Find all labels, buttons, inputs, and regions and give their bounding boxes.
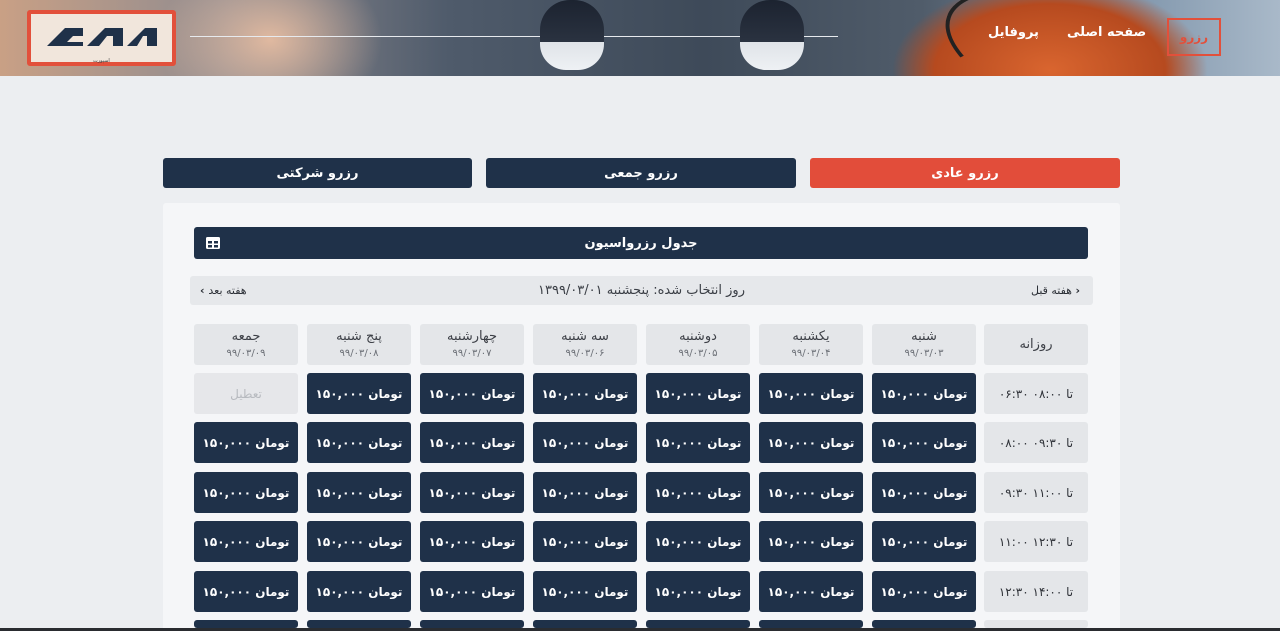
shoe-image bbox=[740, 0, 804, 70]
slot-price-button-partial[interactable] bbox=[194, 620, 298, 628]
slot-price-button[interactable]: ۱۵۰,۰۰۰ تومان bbox=[533, 521, 637, 562]
slot-price-button[interactable]: ۱۵۰,۰۰۰ تومان bbox=[194, 571, 298, 612]
chevron-right-icon: › bbox=[1075, 284, 1081, 297]
next-week-label: هفته بعد bbox=[208, 284, 247, 297]
reservation-table-title: جدول رزرواسیون bbox=[194, 227, 1088, 259]
slot-price-button-partial[interactable] bbox=[759, 620, 863, 628]
table-title-text: جدول رزرواسیون bbox=[584, 235, 698, 251]
selected-day-label: روز انتخاب شده: پنجشنبه ۱۳۹۹/۰۳/۰۱ bbox=[538, 283, 745, 298]
prev-week-label: هفته قبل bbox=[1031, 284, 1072, 297]
slot-price-button-partial[interactable] bbox=[307, 620, 411, 628]
nav-reserve[interactable]: رزرو bbox=[1167, 18, 1221, 56]
day-header: یکشنبه ۹۹/۰۳/۰۴ bbox=[759, 324, 863, 365]
slot-price-button[interactable]: ۱۵۰,۰۰۰ تومان bbox=[533, 472, 637, 513]
table-icon bbox=[206, 237, 220, 249]
day-header: دوشنبه ۹۹/۰۳/۰۵ bbox=[646, 324, 750, 365]
slot-price-button[interactable]: ۱۵۰,۰۰۰ تومان bbox=[420, 472, 524, 513]
slot-price-button[interactable]: ۱۵۰,۰۰۰ تومان bbox=[646, 472, 750, 513]
day-name: پنج شنبه bbox=[336, 328, 382, 344]
slot-price-button[interactable]: ۱۵۰,۰۰۰ تومان bbox=[872, 373, 976, 414]
slot-price-button-partial[interactable] bbox=[646, 620, 750, 628]
day-name: شنبه bbox=[911, 328, 937, 344]
day-header: پنج شنبه ۹۹/۰۳/۰۸ bbox=[307, 324, 411, 365]
slot-price-button[interactable]: ۱۵۰,۰۰۰ تومان bbox=[194, 521, 298, 562]
day-date: ۹۹/۰۳/۰۵ bbox=[678, 347, 718, 359]
slot-price-button[interactable]: ۱۵۰,۰۰۰ تومان bbox=[533, 373, 637, 414]
slot-price-button[interactable]: ۱۵۰,۰۰۰ تومان bbox=[307, 472, 411, 513]
slot-price-button[interactable]: ۱۵۰,۰۰۰ تومان bbox=[533, 422, 637, 463]
tab-normal-reserve[interactable]: رزرو عادی bbox=[810, 158, 1120, 188]
day-header: جمعه ۹۹/۰۳/۰۹ bbox=[194, 324, 298, 365]
table-corner-header: روزانه bbox=[984, 324, 1088, 365]
day-name: یکشنبه bbox=[792, 328, 830, 344]
day-date: ۹۹/۰۳/۰۸ bbox=[339, 347, 379, 359]
slot-price-button[interactable]: ۱۵۰,۰۰۰ تومان bbox=[646, 521, 750, 562]
time-slot-partial bbox=[984, 620, 1088, 628]
slot-price-button-partial[interactable] bbox=[872, 620, 976, 628]
tab-group-reserve[interactable]: رزرو جمعی bbox=[486, 158, 796, 188]
corner-label: روزانه bbox=[1019, 336, 1053, 352]
slot-price-button[interactable]: ۱۵۰,۰۰۰ تومان bbox=[759, 373, 863, 414]
slot-price-button[interactable]: ۱۵۰,۰۰۰ تومان bbox=[307, 571, 411, 612]
time-slot: ۰۶:۳۰ تا ۰۸:۰۰ bbox=[984, 373, 1088, 414]
day-date: ۹۹/۰۳/۰۶ bbox=[565, 347, 605, 359]
time-slot: ۱۲:۳۰ تا ۱۴:۰۰ bbox=[984, 571, 1088, 612]
prev-week-button[interactable]: هفته قبل › bbox=[1031, 284, 1080, 297]
logo-subtitle: اسپورت bbox=[93, 58, 110, 64]
site-logo[interactable]: اسپورت bbox=[27, 10, 176, 66]
nav-profile[interactable]: پروفایل bbox=[988, 25, 1039, 40]
slot-price-button[interactable]: ۱۵۰,۰۰۰ تومان bbox=[420, 373, 524, 414]
slot-price-button[interactable]: ۱۵۰,۰۰۰ تومان bbox=[646, 571, 750, 612]
time-slot: ۰۹:۳۰ تا ۱۱:۰۰ bbox=[984, 472, 1088, 513]
day-header: چهارشنبه ۹۹/۰۳/۰۷ bbox=[420, 324, 524, 365]
slot-price-button[interactable]: ۱۵۰,۰۰۰ تومان bbox=[194, 422, 298, 463]
nav-home[interactable]: صفحه اصلی bbox=[1067, 25, 1146, 40]
slot-price-button[interactable]: ۱۵۰,۰۰۰ تومان bbox=[307, 373, 411, 414]
day-date: ۹۹/۰۳/۰۳ bbox=[904, 347, 944, 359]
slot-price-button[interactable]: ۱۵۰,۰۰۰ تومان bbox=[307, 521, 411, 562]
slot-price-button[interactable]: ۱۵۰,۰۰۰ تومان bbox=[759, 422, 863, 463]
time-slot: ۱۱:۰۰ تا ۱۲:۳۰ bbox=[984, 521, 1088, 562]
slot-price-button[interactable]: ۱۵۰,۰۰۰ تومان bbox=[872, 521, 976, 562]
time-slot: ۰۸:۰۰ تا ۰۹:۳۰ bbox=[984, 422, 1088, 463]
day-date: ۹۹/۰۳/۰۴ bbox=[791, 347, 831, 359]
day-header: شنبه ۹۹/۰۳/۰۳ bbox=[872, 324, 976, 365]
slot-price-button[interactable]: ۱۵۰,۰۰۰ تومان bbox=[646, 422, 750, 463]
slot-price-button[interactable]: ۱۵۰,۰۰۰ تومان bbox=[872, 422, 976, 463]
slot-price-button[interactable]: ۱۵۰,۰۰۰ تومان bbox=[646, 373, 750, 414]
slot-price-button[interactable]: ۱۵۰,۰۰۰ تومان bbox=[872, 472, 976, 513]
day-name: چهارشنبه bbox=[447, 328, 497, 344]
header-banner: اسپورت پروفایل صفحه اصلی رزرو bbox=[0, 0, 1280, 76]
day-name: جمعه bbox=[231, 328, 261, 344]
slot-price-button[interactable]: ۱۵۰,۰۰۰ تومان bbox=[759, 472, 863, 513]
shoe-image bbox=[540, 0, 604, 70]
slot-price-button[interactable]: ۱۵۰,۰۰۰ تومان bbox=[759, 521, 863, 562]
day-header: سه شنبه ۹۹/۰۳/۰۶ bbox=[533, 324, 637, 365]
slot-price-button[interactable]: ۱۵۰,۰۰۰ تومان bbox=[307, 422, 411, 463]
tab-corporate-reserve[interactable]: رزرو شرکتی bbox=[163, 158, 472, 188]
slot-closed: تعطیل bbox=[194, 373, 298, 414]
slot-price-button[interactable]: ۱۵۰,۰۰۰ تومان bbox=[420, 571, 524, 612]
day-name: دوشنبه bbox=[679, 328, 717, 344]
slot-price-button[interactable]: ۱۵۰,۰۰۰ تومان bbox=[420, 422, 524, 463]
slot-price-button[interactable]: ۱۵۰,۰۰۰ تومان bbox=[533, 571, 637, 612]
slot-price-button[interactable]: ۱۵۰,۰۰۰ تومان bbox=[872, 571, 976, 612]
day-date: ۹۹/۰۳/۰۷ bbox=[452, 347, 492, 359]
slot-price-button-partial[interactable] bbox=[420, 620, 524, 628]
slot-price-button-partial[interactable] bbox=[533, 620, 637, 628]
slot-price-button[interactable]: ۱۵۰,۰۰۰ تومان bbox=[759, 571, 863, 612]
day-name: سه شنبه bbox=[561, 328, 609, 344]
slot-price-button[interactable]: ۱۵۰,۰۰۰ تومان bbox=[194, 472, 298, 513]
reservation-panel bbox=[163, 203, 1120, 631]
slot-price-button[interactable]: ۱۵۰,۰۰۰ تومان bbox=[420, 521, 524, 562]
logo-mark bbox=[47, 28, 157, 46]
next-week-button[interactable]: ‹ هفته بعد bbox=[200, 284, 247, 297]
day-date: ۹۹/۰۳/۰۹ bbox=[226, 347, 266, 359]
